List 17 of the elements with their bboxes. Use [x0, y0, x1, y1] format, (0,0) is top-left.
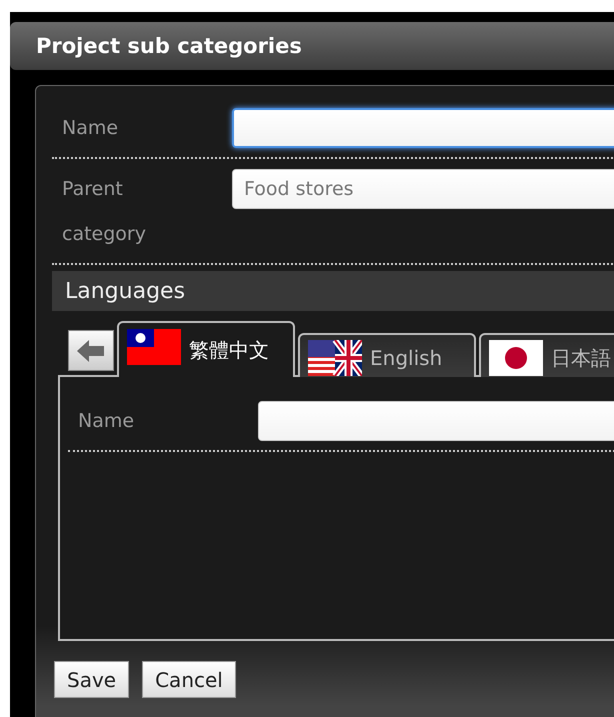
language-tab[interactable]: English: [298, 333, 476, 377]
text-field[interactable]: [258, 401, 614, 441]
field-label: Name: [62, 116, 120, 141]
dialog-button[interactable]: Cancel: [142, 661, 236, 698]
flag-icon: [127, 329, 181, 365]
language-tab[interactable]: 繁體中文: [117, 321, 295, 377]
left-arrow-icon: [77, 340, 105, 362]
field-label: Name: [78, 409, 136, 434]
field-label: Parent category: [62, 177, 147, 247]
section-title: Languages: [65, 278, 186, 304]
back-button[interactable]: [68, 330, 114, 371]
language-tab[interactable]: 日本語: [479, 333, 614, 377]
flag-icon: [489, 340, 543, 376]
text-field[interactable]: [232, 108, 614, 148]
window-title: Project sub categories: [36, 34, 302, 58]
text-field[interactable]: Food stores: [232, 169, 614, 209]
dialog-button[interactable]: Save: [54, 661, 130, 698]
